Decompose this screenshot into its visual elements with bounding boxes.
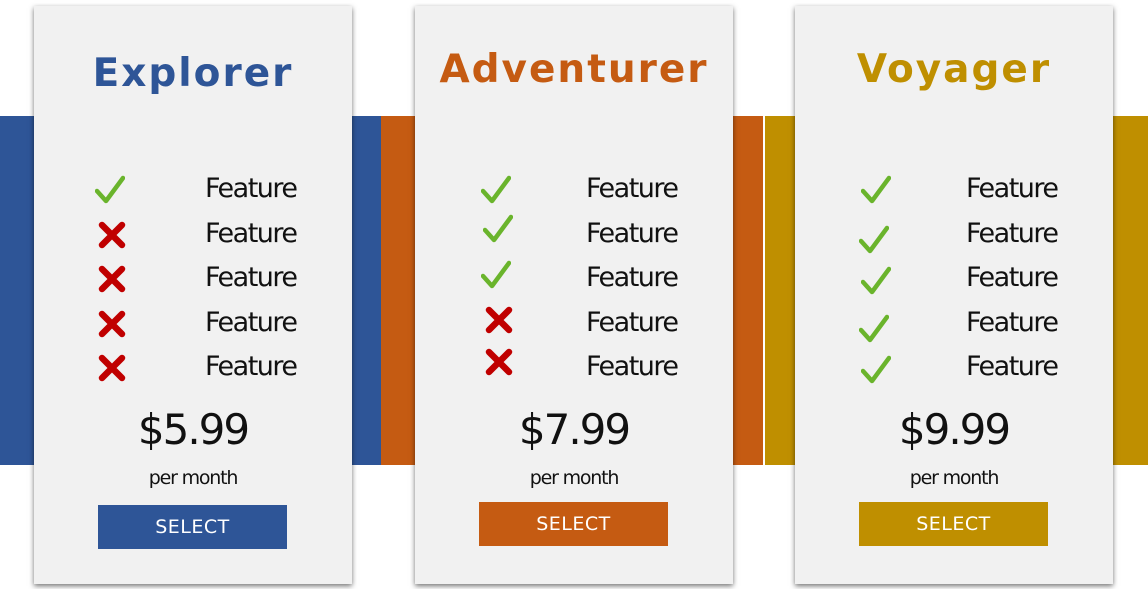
feature-list: Feature Feature Feature Feature Feature (415, 169, 733, 392)
feature-label: Feature (586, 262, 679, 293)
feature-row: Feature (415, 214, 733, 259)
feature-label: Feature (966, 351, 1059, 382)
feature-label: Feature (205, 306, 298, 338)
feature-label: Feature (586, 351, 679, 382)
feature-label: Feature (586, 306, 679, 338)
plan-card-adventurer: Adventurer Feature Feature Feature Featu… (415, 6, 733, 584)
feature-label: Feature (205, 217, 298, 249)
plan-title: Voyager (856, 47, 1052, 92)
cross-icon (97, 353, 127, 383)
feature-label: Feature (586, 173, 679, 204)
select-button-explorer[interactable]: SELECT (98, 505, 287, 549)
feature-row: Feature (415, 347, 733, 392)
select-button-adventurer[interactable]: SELECT (479, 502, 668, 546)
feature-label: Feature (586, 217, 679, 249)
cross-icon (97, 309, 127, 339)
feature-label: Feature (966, 217, 1059, 249)
price-period: per month (529, 467, 620, 489)
feature-row: Feature (415, 303, 733, 348)
plan-title: Adventurer (439, 47, 709, 92)
cross-icon (97, 264, 127, 294)
feature-row: Feature (34, 214, 352, 259)
feature-list: Feature Feature Feature Feature Feature (34, 169, 352, 392)
check-icon (481, 175, 511, 205)
feature-row: Feature (415, 169, 733, 214)
check-icon (481, 260, 511, 290)
plan-card-explorer: Explorer Feature Feature Feature Feature… (34, 6, 352, 584)
feature-row: Feature (34, 347, 352, 392)
select-button-voyager[interactable]: SELECT (859, 502, 1048, 546)
feature-row: Feature (795, 303, 1113, 348)
cross-icon (97, 220, 127, 250)
feature-label: Feature (205, 351, 298, 382)
feature-label: Feature (966, 262, 1059, 293)
feature-row: Feature (795, 214, 1113, 259)
check-icon (861, 175, 891, 205)
price-period: per month (909, 467, 1000, 489)
feature-list: Feature Feature Feature Feature Feature (795, 169, 1113, 392)
feature-row: Feature (795, 258, 1113, 303)
cross-icon (484, 347, 514, 377)
feature-row: Feature (795, 169, 1113, 214)
price-period: per month (148, 467, 239, 489)
feature-label: Feature (205, 262, 298, 293)
plan-card-voyager: Voyager Feature Feature Feature Feature … (795, 6, 1113, 584)
check-icon (859, 225, 889, 255)
feature-row: Feature (795, 347, 1113, 392)
plan-title: Explorer (92, 51, 294, 96)
feature-label: Feature (966, 173, 1059, 204)
feature-row: Feature (415, 258, 733, 303)
feature-label: Feature (205, 173, 298, 204)
check-icon (859, 314, 889, 344)
plan-price: $7.99 (518, 405, 631, 454)
plan-price: $9.99 (898, 405, 1011, 454)
feature-row: Feature (34, 258, 352, 303)
check-icon (483, 214, 513, 244)
check-icon (95, 175, 125, 205)
plan-price: $5.99 (137, 405, 250, 454)
feature-row: Feature (34, 303, 352, 348)
check-icon (861, 266, 891, 296)
feature-label: Feature (966, 306, 1059, 338)
feature-row: Feature (34, 169, 352, 214)
check-icon (861, 355, 891, 385)
cross-icon (484, 305, 514, 335)
